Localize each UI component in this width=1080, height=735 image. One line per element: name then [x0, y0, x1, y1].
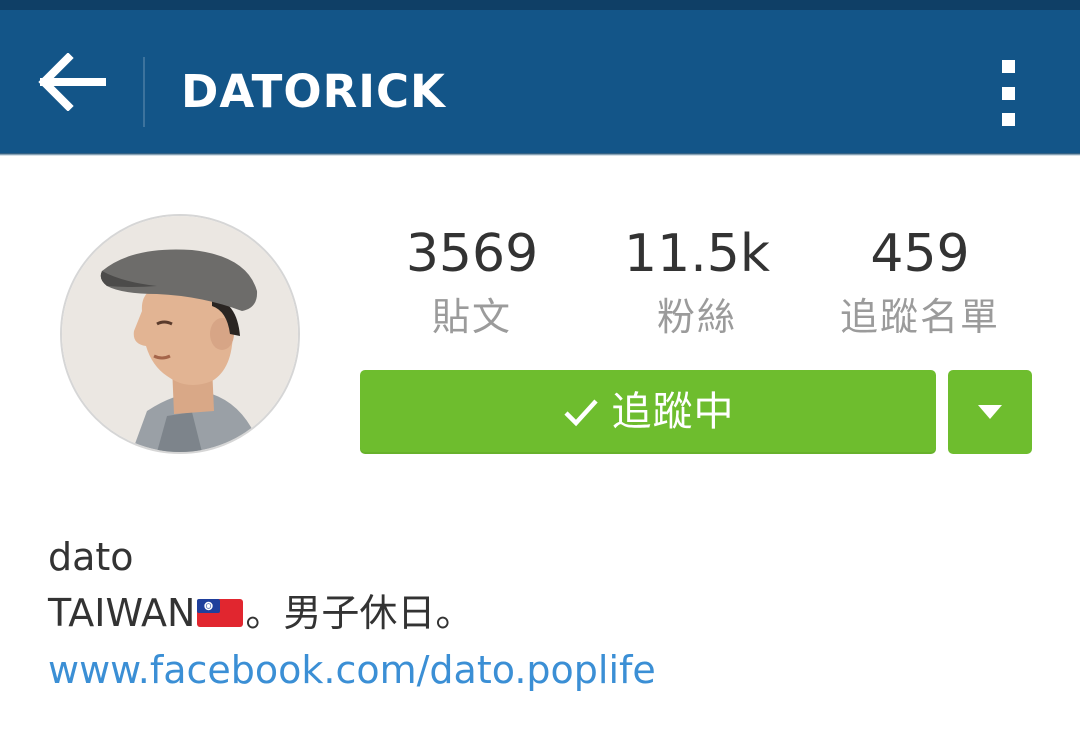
- more-options-button[interactable]: [985, 54, 1031, 132]
- bio-text-country: TAIWAN: [48, 591, 196, 635]
- arrow-left-icon: [38, 53, 106, 111]
- followers-label: 粉絲: [656, 295, 737, 339]
- following-button-label: 追蹤中: [611, 389, 735, 435]
- following-stat[interactable]: 459 追蹤名單: [800, 222, 1040, 348]
- following-count: 459: [870, 224, 970, 284]
- triangle-down-icon: [978, 405, 1002, 419]
- status-bar: [0, 0, 1080, 10]
- posts-stat[interactable]: 3569 貼文: [352, 222, 592, 348]
- check-icon: [563, 399, 598, 427]
- followers-count: 11.5k: [624, 224, 770, 284]
- profile-bio: dato TAIWAN 。男子休日。 www.facebook.com/dato…: [48, 530, 1048, 698]
- followers-stat[interactable]: 11.5k 粉絲: [577, 222, 817, 348]
- posts-count: 3569: [405, 224, 539, 284]
- following-label: 追蹤名單: [839, 295, 1000, 339]
- avatar[interactable]: [60, 214, 300, 454]
- bio-text-tagline: 。男子休日。: [245, 591, 474, 635]
- page-title: DATORICK: [181, 65, 446, 118]
- posts-label: 貼文: [431, 295, 512, 339]
- back-button[interactable]: [30, 44, 112, 120]
- more-vertical-icon: [1001, 60, 1015, 73]
- header-divider: [143, 57, 145, 127]
- header-shadow: [0, 153, 1080, 156]
- bio-text: TAIWAN 。男子休日。: [48, 584, 1048, 642]
- following-button[interactable]: 追蹤中: [360, 370, 936, 454]
- bio-website-link[interactable]: www.facebook.com/dato.poplife: [48, 642, 656, 698]
- top-app-bar: DATORICK: [0, 10, 1080, 153]
- display-name: dato: [48, 535, 134, 579]
- taiwan-flag-icon: [197, 599, 244, 627]
- suggestions-dropdown-button[interactable]: [948, 370, 1032, 454]
- profile-photo: [62, 216, 298, 452]
